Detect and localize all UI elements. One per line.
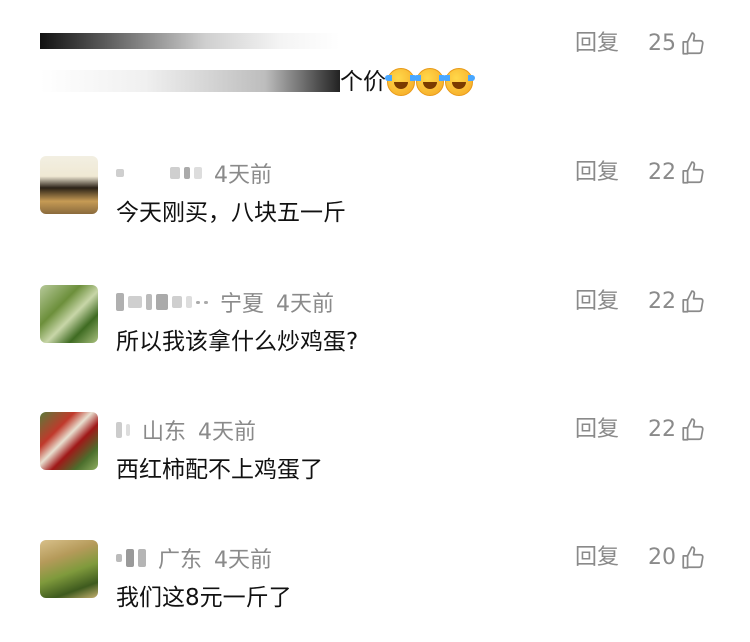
thumbs-up-icon [682, 546, 704, 569]
username-censored[interactable] [116, 549, 146, 567]
comment-text: 个价 [340, 66, 475, 98]
like-count: 20 [648, 545, 676, 570]
comment-meta: 山东 4天前 [116, 414, 256, 446]
username-censored[interactable] [116, 422, 130, 438]
laughing-crying-emoji-icon [414, 68, 446, 96]
comment-item: 4天前 今天刚买，八块五一斤 回复 22 [0, 150, 750, 250]
comment-time: 4天前 [214, 163, 272, 188]
avatar[interactable] [40, 540, 98, 598]
reply-button[interactable]: 回复 [575, 28, 619, 60]
username-censored[interactable] [116, 167, 202, 179]
avatar[interactable] [40, 285, 98, 343]
censored-text-bar [40, 33, 340, 49]
laughing-crying-emoji-icon [443, 68, 475, 96]
avatar[interactable] [40, 156, 98, 214]
comment-item: 个价 回复 25 [0, 0, 750, 130]
username-censored[interactable] [116, 293, 208, 311]
like-button[interactable]: 22 [648, 414, 706, 446]
censored-text-bar [40, 70, 340, 92]
like-button[interactable]: 22 [648, 286, 706, 318]
like-button[interactable]: 20 [648, 542, 706, 574]
comment-region: 宁夏 [220, 292, 265, 317]
comment-meta: 4天前 [116, 157, 272, 189]
laughing-crying-emoji-icon [385, 68, 417, 96]
comment-meta: 宁夏 4天前 [116, 286, 334, 318]
comment-text: 西红柿配不上鸡蛋了 [116, 457, 323, 483]
comment-time: 4天前 [214, 548, 273, 573]
reply-button[interactable]: 回复 [575, 414, 619, 446]
like-button[interactable]: 22 [648, 157, 706, 189]
avatar[interactable] [40, 412, 98, 470]
like-count: 22 [648, 289, 676, 314]
comment-time: 4天前 [198, 420, 257, 445]
comment-text: 所以我该拿什么炒鸡蛋? [116, 329, 359, 355]
comment-item: 山东 4天前 西红柿配不上鸡蛋了 回复 22 [0, 408, 750, 508]
like-count: 22 [648, 160, 676, 185]
comment-text: 我们这8元一斤了 [116, 585, 292, 611]
like-count: 22 [648, 417, 676, 442]
comment-region: 广东 [158, 548, 203, 573]
comment-text: 今天刚买，八块五一斤 [116, 200, 346, 226]
reply-button[interactable]: 回复 [575, 286, 619, 318]
reply-button[interactable]: 回复 [575, 542, 619, 574]
comment-region: 山东 [142, 420, 187, 445]
comment-item: 广东 4天前 我们这8元一斤了 回复 20 [0, 536, 750, 636]
like-button[interactable]: 25 [648, 28, 706, 60]
comment-time: 4天前 [276, 292, 335, 317]
thumbs-up-icon [682, 32, 704, 55]
thumbs-up-icon [682, 161, 704, 184]
thumbs-up-icon [682, 290, 704, 313]
comment-text-suffix: 个价 [340, 69, 386, 95]
comment-item: 宁夏 4天前 所以我该拿什么炒鸡蛋? 回复 22 [0, 280, 750, 380]
thumbs-up-icon [682, 418, 704, 441]
comment-meta: 广东 4天前 [116, 542, 272, 574]
like-count: 25 [648, 31, 676, 56]
reply-button[interactable]: 回复 [575, 157, 619, 189]
